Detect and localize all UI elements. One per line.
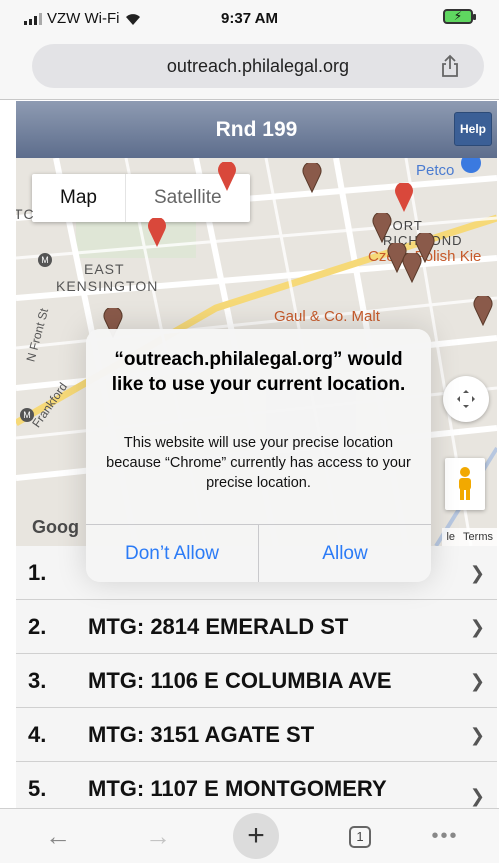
list-item-label: MTG: 1107 E MONTGOMERY xyxy=(88,776,387,801)
map-legal-links: le Terms xyxy=(442,528,497,546)
chevron-right-icon: ❯ xyxy=(469,617,485,637)
list-item-number: 5. xyxy=(28,776,47,801)
new-tab-plus-icon[interactable]: + xyxy=(233,813,279,859)
list-item-number: 3. xyxy=(28,668,47,693)
status-bar: VZW Wi-Fi 9:37 AM ⚡ xyxy=(0,0,499,36)
more-menu-icon[interactable]: ••• xyxy=(423,809,467,863)
chevron-right-icon: ❯ xyxy=(469,563,485,583)
dialog-title: “outreach.philalegal.org” would like to … xyxy=(111,349,406,395)
map-pin-icon[interactable] xyxy=(146,218,168,248)
chevron-right-icon: ❯ xyxy=(469,786,485,806)
map-pin-icon[interactable] xyxy=(414,233,436,263)
map-label-gaul-malt: Gaul & Co. Malt xyxy=(274,308,380,325)
url-text: outreach.philalegal.org xyxy=(166,56,350,76)
share-icon[interactable] xyxy=(440,54,460,78)
list-item-number: 4. xyxy=(28,722,47,747)
page-title: Rnd 199 xyxy=(215,118,298,141)
list-item-label: MTG: 3151 AGATE ST xyxy=(88,722,315,747)
dialog-buttons: Don’t Allow Allow xyxy=(86,524,431,582)
pegman-icon xyxy=(459,467,471,500)
tab-switcher-button[interactable]: 1 xyxy=(340,809,380,863)
location-permission-dialog: “outreach.philalegal.org” would like to … xyxy=(86,329,431,582)
chevron-right-icon: ❯ xyxy=(469,725,485,745)
transit-icon: M xyxy=(20,408,34,422)
list-item[interactable]: 2. MTG: 2814 EMERALD ST ❯ xyxy=(16,600,497,654)
list-item[interactable]: 4. MTG: 3151 AGATE ST ❯ xyxy=(16,708,497,762)
map-pin-icon[interactable] xyxy=(472,296,494,326)
forward-arrow-icon[interactable]: → xyxy=(138,809,178,863)
status-time: 9:37 AM xyxy=(221,10,278,27)
map-type-map-button[interactable]: Map xyxy=(32,174,125,222)
map-pin-icon[interactable] xyxy=(393,183,415,213)
dialog-message: This website will use your precise locat… xyxy=(106,435,411,491)
app-header: Rnd 199 Help xyxy=(16,101,497,158)
browser-toolbar: ← → + 1 ••• xyxy=(0,808,499,863)
list-item-number: 2. xyxy=(28,614,47,639)
map-label-tc: TC xyxy=(16,206,35,222)
map-pin-icon[interactable] xyxy=(301,163,323,193)
map-terms-link[interactable]: Terms xyxy=(463,531,493,543)
move-arrows-icon xyxy=(457,390,475,408)
list-item-label: MTG: 2814 EMERALD ST xyxy=(88,614,349,639)
address-list: 1. ❯ 2. MTG: 2814 EMERALD ST ❯ 3. MTG: 1… xyxy=(16,546,497,808)
map-label-petco: Petco xyxy=(416,162,455,179)
dont-allow-button[interactable]: Don’t Allow xyxy=(86,525,258,582)
map-label-kensington: KENSINGTON xyxy=(56,278,159,294)
list-item[interactable]: 5. MTG: 1107 E MONTGOMERY ❯ xyxy=(16,762,497,808)
battery-charging-icon: ⚡ xyxy=(443,9,476,24)
transit-icon: M xyxy=(38,253,52,267)
google-logo: Goog xyxy=(32,517,79,537)
map-pin-icon[interactable] xyxy=(216,162,238,192)
chevron-right-icon: ❯ xyxy=(469,671,485,691)
back-arrow-icon[interactable]: ← xyxy=(38,809,78,863)
map-label-east: EAST xyxy=(84,261,125,277)
allow-button[interactable]: Allow xyxy=(258,525,431,582)
list-item[interactable]: 3. MTG: 1106 E COLUMBIA AVE ❯ xyxy=(16,654,497,708)
address-bar[interactable]: outreach.philalegal.org xyxy=(32,44,484,88)
map-pan-control[interactable] xyxy=(443,376,489,422)
map-pin-icon[interactable] xyxy=(371,213,393,243)
help-button[interactable]: Help xyxy=(454,112,492,146)
map-legal-text: le xyxy=(446,531,456,543)
browser-address-area: outreach.philalegal.org xyxy=(0,36,499,100)
list-item-number: 1. xyxy=(28,560,47,585)
list-item-label: MTG: 1106 E COLUMBIA AVE xyxy=(88,668,392,693)
street-view-pegman[interactable] xyxy=(445,458,485,510)
tab-count: 1 xyxy=(349,825,371,848)
